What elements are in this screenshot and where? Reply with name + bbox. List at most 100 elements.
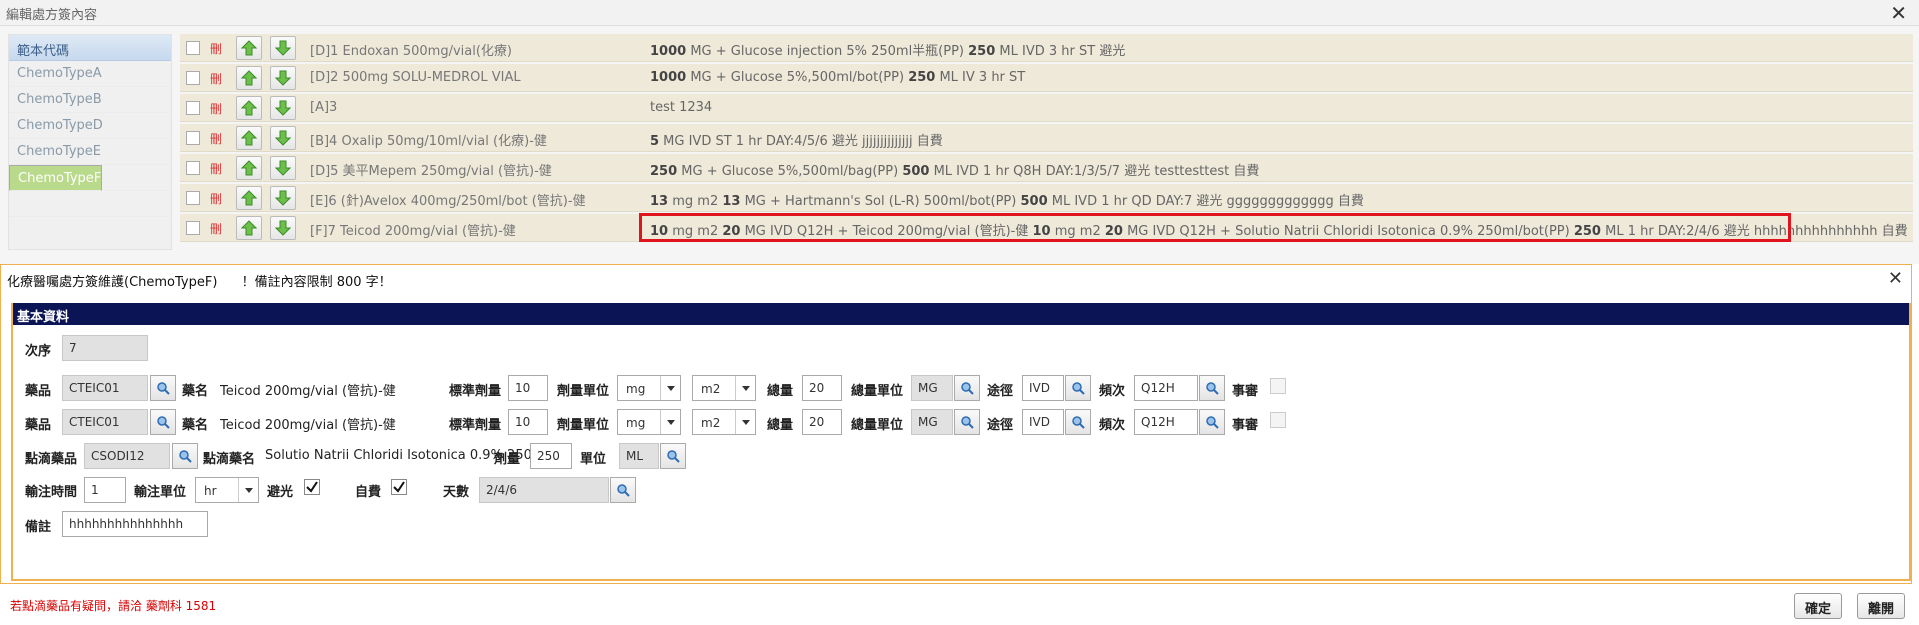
desc-value: 5 (650, 134, 660, 149)
review-checkbox[interactable] (1270, 412, 1286, 428)
move-up-button[interactable] (236, 36, 262, 60)
move-up-button[interactable] (236, 216, 262, 240)
confirm-button[interactable]: 確定 (1794, 593, 1843, 619)
dose-unit-value: mg (626, 416, 646, 430)
days-search-button[interactable] (610, 477, 636, 503)
infusion-unit-select[interactable]: hr (195, 477, 259, 503)
desc-value: 10 (650, 224, 669, 239)
std-dose-field[interactable] (508, 409, 548, 435)
route-search-button[interactable] (1065, 375, 1091, 401)
arrow-down-icon (275, 130, 291, 146)
desc-value: 13 (722, 194, 741, 209)
delete-link[interactable]: 刪 (210, 190, 222, 207)
route-search-button[interactable] (1065, 409, 1091, 435)
row-checkbox[interactable] (186, 221, 200, 235)
review-checkbox[interactable] (1270, 378, 1286, 394)
light-protect-label: 避光 (267, 485, 294, 500)
delete-link[interactable]: 刪 (210, 40, 222, 57)
route-label: 途徑 (987, 418, 1014, 433)
body-unit-select[interactable]: m2 (692, 375, 756, 401)
freq-search-button[interactable] (1199, 375, 1225, 401)
total-unit-search-button[interactable] (954, 375, 980, 401)
drug-search-button[interactable] (150, 409, 176, 435)
chevron-down-icon (667, 420, 675, 425)
sidebar-item-chemotype-d[interactable]: ChemoTypeD (9, 113, 171, 139)
drip-drug-search-button[interactable] (172, 443, 198, 469)
desc-value: 250 (1573, 224, 1601, 239)
move-up-button[interactable] (236, 186, 262, 210)
row-drug-name: [B]4 Oxalip 50mg/10ml/vial (化療)-健 (310, 134, 547, 149)
move-down-button[interactable] (270, 216, 296, 240)
drug-label: 藥品 (25, 418, 52, 433)
sidebar-item-chemotype-b[interactable]: ChemoTypeB (9, 87, 171, 113)
total-field[interactable] (802, 375, 842, 401)
note-label: 備註 (25, 520, 52, 535)
prescription-row: 刪 [D]1 Endoxan 500mg/vial(化療) 1000 MG + Gl… (180, 34, 1913, 62)
row-checkbox[interactable] (186, 131, 200, 145)
drip-unit-label: 單位 (580, 452, 607, 467)
close-form-button[interactable]: ✕ (1888, 268, 1903, 289)
drug-search-button[interactable] (150, 375, 176, 401)
total-unit-label: 總量單位 (851, 384, 904, 399)
move-up-button[interactable] (236, 126, 262, 150)
delete-link[interactable]: 刪 (210, 220, 222, 237)
freq-field[interactable] (1134, 409, 1198, 435)
body-unit-select[interactable]: m2 (692, 409, 756, 435)
close-window-button[interactable]: ✕ (1890, 1, 1907, 25)
leave-button[interactable]: 離開 (1857, 593, 1906, 619)
move-down-button[interactable] (270, 36, 296, 60)
route-field[interactable] (1022, 409, 1064, 435)
desc-text: MG IVD ST 1 hr DAY:4/5/6 避光 jjjjjjjjjjjj… (659, 134, 943, 149)
pharmacy-contact-note: 若點滴藥品有疑問，請洽 藥劑科 1581 (10, 599, 217, 613)
row-checkbox[interactable] (186, 71, 200, 85)
arrow-down-icon (275, 220, 291, 236)
freq-search-button[interactable] (1199, 409, 1225, 435)
move-down-button[interactable] (270, 186, 296, 210)
desc-text: MG IVD Q12H + Teicod 200mg/vial (管抗)-健 (740, 224, 1033, 239)
dose-unit-select[interactable]: mg (617, 409, 681, 435)
freq-field[interactable] (1134, 375, 1198, 401)
route-field[interactable] (1022, 375, 1064, 401)
move-down-button[interactable] (270, 156, 296, 180)
sidebar-item-chemotype-a[interactable]: ChemoTypeA (9, 61, 171, 87)
edit-form-panel: 化療醫囑處方簽維護(ChemoTypeF) ！備註內容限制 800 字！ ✕ 基… (0, 264, 1912, 584)
self-pay-checkbox[interactable] (391, 479, 407, 495)
move-up-button[interactable] (236, 96, 262, 120)
move-down-button[interactable] (270, 96, 296, 120)
infusion-time-field[interactable] (84, 477, 126, 503)
delete-link[interactable]: 刪 (210, 70, 222, 87)
sidebar-item-chemotype-e[interactable]: ChemoTypeE (9, 139, 171, 165)
delete-link[interactable]: 刪 (210, 130, 222, 147)
desc-text: MG + Glucose injection 5% 250ml半瓶(PP) (686, 44, 969, 59)
dose-unit-label: 劑量單位 (557, 418, 610, 433)
move-down-button[interactable] (270, 66, 296, 90)
arrow-down-icon (275, 190, 291, 206)
row-checkbox[interactable] (186, 191, 200, 205)
note-field[interactable] (62, 511, 208, 537)
row-checkbox[interactable] (186, 161, 200, 175)
row-checkbox[interactable] (186, 101, 200, 115)
light-protect-checkbox[interactable] (304, 479, 320, 495)
form-warning: ！備註內容限制 800 字！ (241, 275, 392, 290)
drug-name-label: 藥名 (182, 418, 209, 433)
delete-link[interactable]: 刪 (210, 160, 222, 177)
dose-unit-select[interactable]: mg (617, 375, 681, 401)
sidebar-item-chemotype-f[interactable]: ChemoTypeF (9, 165, 103, 191)
row-checkbox[interactable] (186, 41, 200, 55)
row-drug-name: [F]7 Teicod 200mg/vial (管抗)-健 (310, 224, 516, 239)
search-icon (157, 382, 170, 395)
move-up-button[interactable] (236, 156, 262, 180)
std-dose-field[interactable] (508, 375, 548, 401)
total-unit-field (911, 375, 953, 401)
delete-link[interactable]: 刪 (210, 100, 222, 117)
drip-unit-search-button[interactable] (660, 443, 686, 469)
move-down-button[interactable] (270, 126, 296, 150)
chevron-down-icon (245, 488, 253, 493)
drip-dose-field[interactable] (530, 443, 572, 469)
sidebar-empty-slot (9, 191, 171, 217)
total-field[interactable] (802, 409, 842, 435)
arrow-up-icon (241, 70, 257, 86)
total-unit-search-button[interactable] (954, 409, 980, 435)
move-up-button[interactable] (236, 66, 262, 90)
form-title-bar: 化療醫囑處方簽維護(ChemoTypeF) ！備註內容限制 800 字！ (7, 271, 392, 290)
